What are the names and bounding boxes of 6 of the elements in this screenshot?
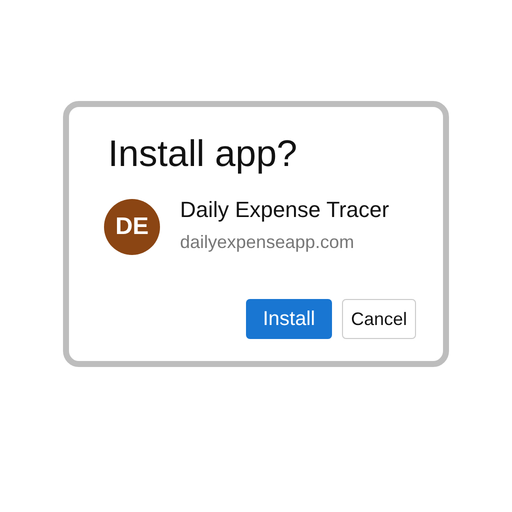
cancel-button[interactable]: Cancel	[342, 299, 416, 339]
app-avatar: DE	[104, 199, 160, 255]
app-name: Daily Expense Tracer	[180, 197, 390, 223]
app-domain: dailyexpenseapp.com	[180, 231, 356, 253]
dialog-title: Install app?	[108, 133, 298, 175]
install-button[interactable]: Install	[246, 299, 332, 339]
